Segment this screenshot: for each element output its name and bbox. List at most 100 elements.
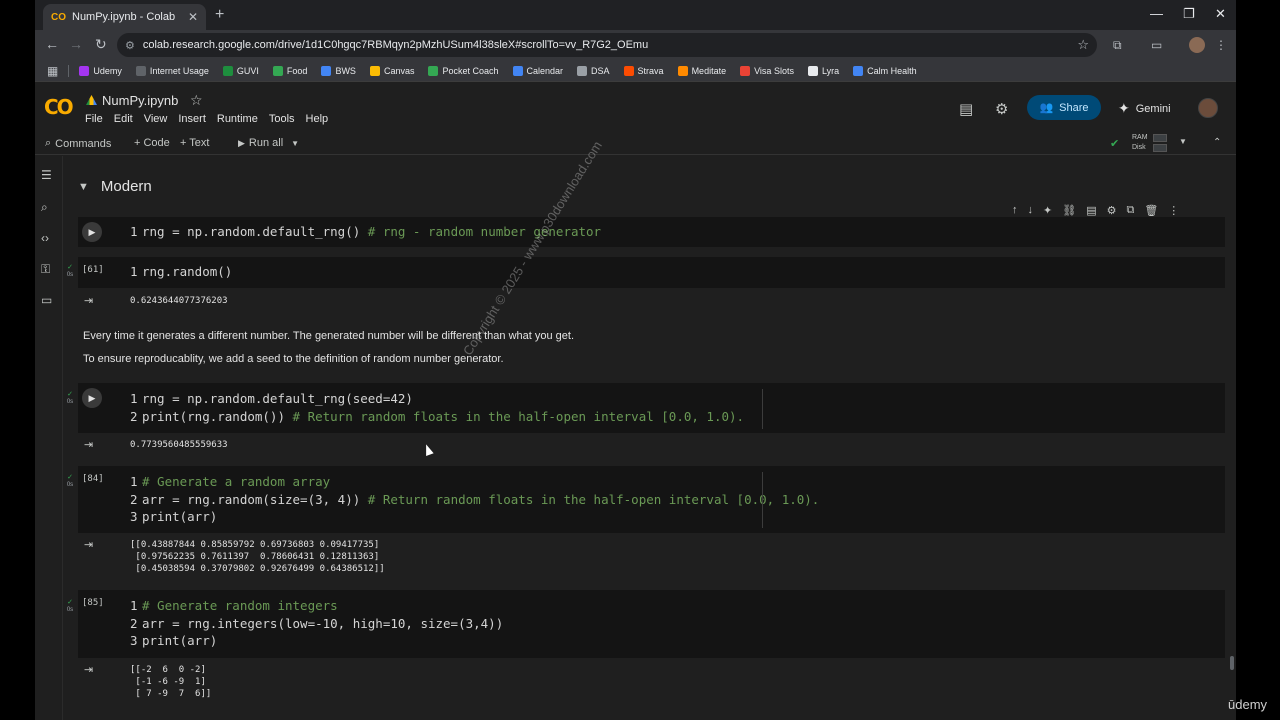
commands-button[interactable]: ⌕ Commands xyxy=(45,137,111,150)
restore-icon[interactable]: ❐ xyxy=(1183,6,1195,22)
gemini-sparkle-icon[interactable]: ✦ xyxy=(1043,204,1052,217)
collapse-header-icon[interactable]: ⌃ xyxy=(1213,137,1221,148)
section-heading[interactable]: ▼ Modern xyxy=(78,178,152,195)
files-folder-icon[interactable]: ▭ xyxy=(41,293,52,307)
bookmark-label: Udemy xyxy=(93,65,122,76)
output-actions-icon[interactable]: ⇥ xyxy=(84,294,93,307)
cell-output: 0.6243644077376203 xyxy=(130,296,228,306)
find-icon[interactable]: ⌕ xyxy=(41,200,48,215)
bookmark-favicon-icon xyxy=(272,65,283,76)
delete-icon[interactable]: 🗑 xyxy=(1144,204,1158,217)
execution-count: [84] xyxy=(82,474,104,484)
browser-tab[interactable]: CO NumPy.ipynb - Colab ✕ xyxy=(43,4,206,30)
url-text[interactable]: colab.research.google.com/drive/1d1C0hgq… xyxy=(143,39,1077,51)
code-cell[interactable]: [85] 1 # Generate random integers 2 arr … xyxy=(78,590,1225,658)
new-tab-icon[interactable]: + xyxy=(215,6,224,24)
code-snippets-icon[interactable]: ‹› xyxy=(41,231,49,245)
code-line[interactable]: print(rng.random()) # Return random floa… xyxy=(142,408,744,426)
scrollbar-thumb[interactable] xyxy=(1230,656,1234,670)
move-down-icon[interactable]: ↓ xyxy=(1028,204,1034,217)
bookmark-label: Internet Usage xyxy=(149,65,209,76)
colab-logo[interactable]: CO xyxy=(44,95,74,119)
bookmark-item[interactable]: Meditate xyxy=(677,65,726,76)
address-bar[interactable]: ⚙ colab.research.google.com/drive/1d1C0h… xyxy=(117,33,1097,57)
code-cell[interactable]: ▶ 1 rng = np.random.default_rng() # rng … xyxy=(78,217,1225,247)
bookmark-item[interactable]: DSA xyxy=(577,65,610,76)
profile-avatar[interactable] xyxy=(1189,37,1205,53)
move-up-icon[interactable]: ↑ xyxy=(1012,204,1018,217)
code-line[interactable]: rng.random() xyxy=(142,263,232,281)
run-cell-button[interactable]: ▶ xyxy=(82,388,102,408)
secrets-key-icon[interactable]: ⚿ xyxy=(41,262,50,277)
bookmark-item[interactable]: Calm Health xyxy=(853,65,917,76)
close-tab-icon[interactable]: ✕ xyxy=(188,10,198,24)
table-of-contents-icon[interactable]: ☰ xyxy=(41,168,52,182)
bookmark-item[interactable]: Udemy xyxy=(79,65,122,76)
run-all-button[interactable]: ▶ Run all ▼ xyxy=(238,137,299,149)
add-text-button[interactable]: + Text xyxy=(180,137,209,149)
menu-edit[interactable]: Edit xyxy=(114,113,133,125)
minimize-icon[interactable]: — xyxy=(1150,6,1163,21)
bookmark-item[interactable]: Canvas xyxy=(369,65,414,76)
code-line[interactable]: arr = rng.integers(low=-10, high=10, siz… xyxy=(142,615,503,633)
code-line[interactable]: arr = rng.random(size=(3, 4)) # Return r… xyxy=(142,491,819,509)
menu-help[interactable]: Help xyxy=(306,113,329,125)
star-notebook-icon[interactable]: ☆ xyxy=(190,92,203,109)
ram-label: RAM xyxy=(1132,134,1148,141)
extensions-icon[interactable]: ⧉ xyxy=(1113,38,1122,53)
code-line[interactable]: # Generate random integers xyxy=(142,597,338,615)
bookmark-star-icon[interactable]: ☆ xyxy=(1077,37,1089,53)
site-info-icon[interactable]: ⚙ xyxy=(125,39,135,52)
bookmark-item[interactable]: Calendar xyxy=(512,65,563,76)
bookmark-item[interactable]: Food xyxy=(272,65,307,76)
link-icon[interactable]: ⛓ xyxy=(1062,204,1076,217)
apps-grid-icon[interactable]: ▦ xyxy=(47,64,58,78)
browser-menu-icon[interactable]: ⋮ xyxy=(1215,38,1227,52)
code-line[interactable]: rng = np.random.default_rng(seed=42) xyxy=(142,390,413,408)
output-actions-icon[interactable]: ⇥ xyxy=(84,438,93,451)
code-line[interactable]: print(arr) xyxy=(142,508,217,526)
close-window-icon[interactable]: ✕ xyxy=(1215,6,1226,22)
runtime-dropdown-icon[interactable]: ▼ xyxy=(1179,137,1187,146)
bookmark-item[interactable]: Strava xyxy=(623,65,664,76)
line-number: 2 xyxy=(130,409,138,424)
forward-icon[interactable]: → xyxy=(69,36,83,52)
menu-tools[interactable]: Tools xyxy=(269,113,295,125)
bookmarks-divider xyxy=(68,64,70,77)
output-actions-icon[interactable]: ⇥ xyxy=(84,538,93,551)
bookmark-item[interactable]: Lyra xyxy=(807,65,839,76)
bookmark-item[interactable]: GUVI xyxy=(222,65,259,76)
notebook-name[interactable]: NumPy.ipynb xyxy=(102,93,178,108)
share-button[interactable]: 👥 Share xyxy=(1027,95,1101,120)
menu-file[interactable]: File xyxy=(85,113,103,125)
settings-gear-icon[interactable]: ⚙ xyxy=(1107,204,1117,217)
bookmark-item[interactable]: Visa Slots xyxy=(740,65,794,76)
code-cell[interactable]: [61] 1 rng.random() xyxy=(78,257,1225,288)
bookmark-list: Udemy Internet Usage GUVI Food BWS Canvas Pock… xyxy=(79,65,930,76)
people-icon: 👥 xyxy=(1039,102,1054,114)
menu-view[interactable]: View xyxy=(144,113,168,125)
code-line[interactable]: print(arr) xyxy=(142,632,217,650)
gemini-button[interactable]: ✦ Gemini xyxy=(1118,100,1171,117)
back-icon[interactable]: ← xyxy=(45,36,59,52)
side-panel-icon[interactable]: ▭ xyxy=(1151,38,1162,52)
output-actions-icon[interactable]: ⇥ xyxy=(84,663,93,676)
code-cell[interactable]: ▶ 1 rng = np.random.default_rng(seed=42)… xyxy=(78,383,1225,433)
code-cell[interactable]: [84] 1 # Generate a random array 2 arr =… xyxy=(78,466,1225,533)
mirror-cell-icon[interactable]: ⧉ xyxy=(1126,204,1134,217)
code-line[interactable]: # Generate a random array xyxy=(142,473,330,491)
menu-runtime[interactable]: Runtime xyxy=(217,113,258,125)
comment-icon[interactable]: ▤ xyxy=(1086,204,1096,217)
reload-icon[interactable]: ↻ xyxy=(95,36,107,53)
add-code-button[interactable]: + Code xyxy=(134,137,170,149)
account-avatar[interactable] xyxy=(1198,98,1218,118)
menu-insert[interactable]: Insert xyxy=(178,113,206,125)
run-cell-button[interactable]: ▶ xyxy=(82,222,102,242)
bookmark-item[interactable]: BWS xyxy=(321,65,356,76)
comments-icon[interactable]: ▤ xyxy=(959,100,973,118)
bookmark-item[interactable]: Internet Usage xyxy=(135,65,209,76)
settings-gear-icon[interactable]: ⚙ xyxy=(995,100,1008,118)
more-options-icon[interactable]: ⋮ xyxy=(1168,204,1179,217)
bookmark-item[interactable]: Pocket Coach xyxy=(428,65,499,76)
chevron-down-icon[interactable]: ▼ xyxy=(78,181,89,193)
